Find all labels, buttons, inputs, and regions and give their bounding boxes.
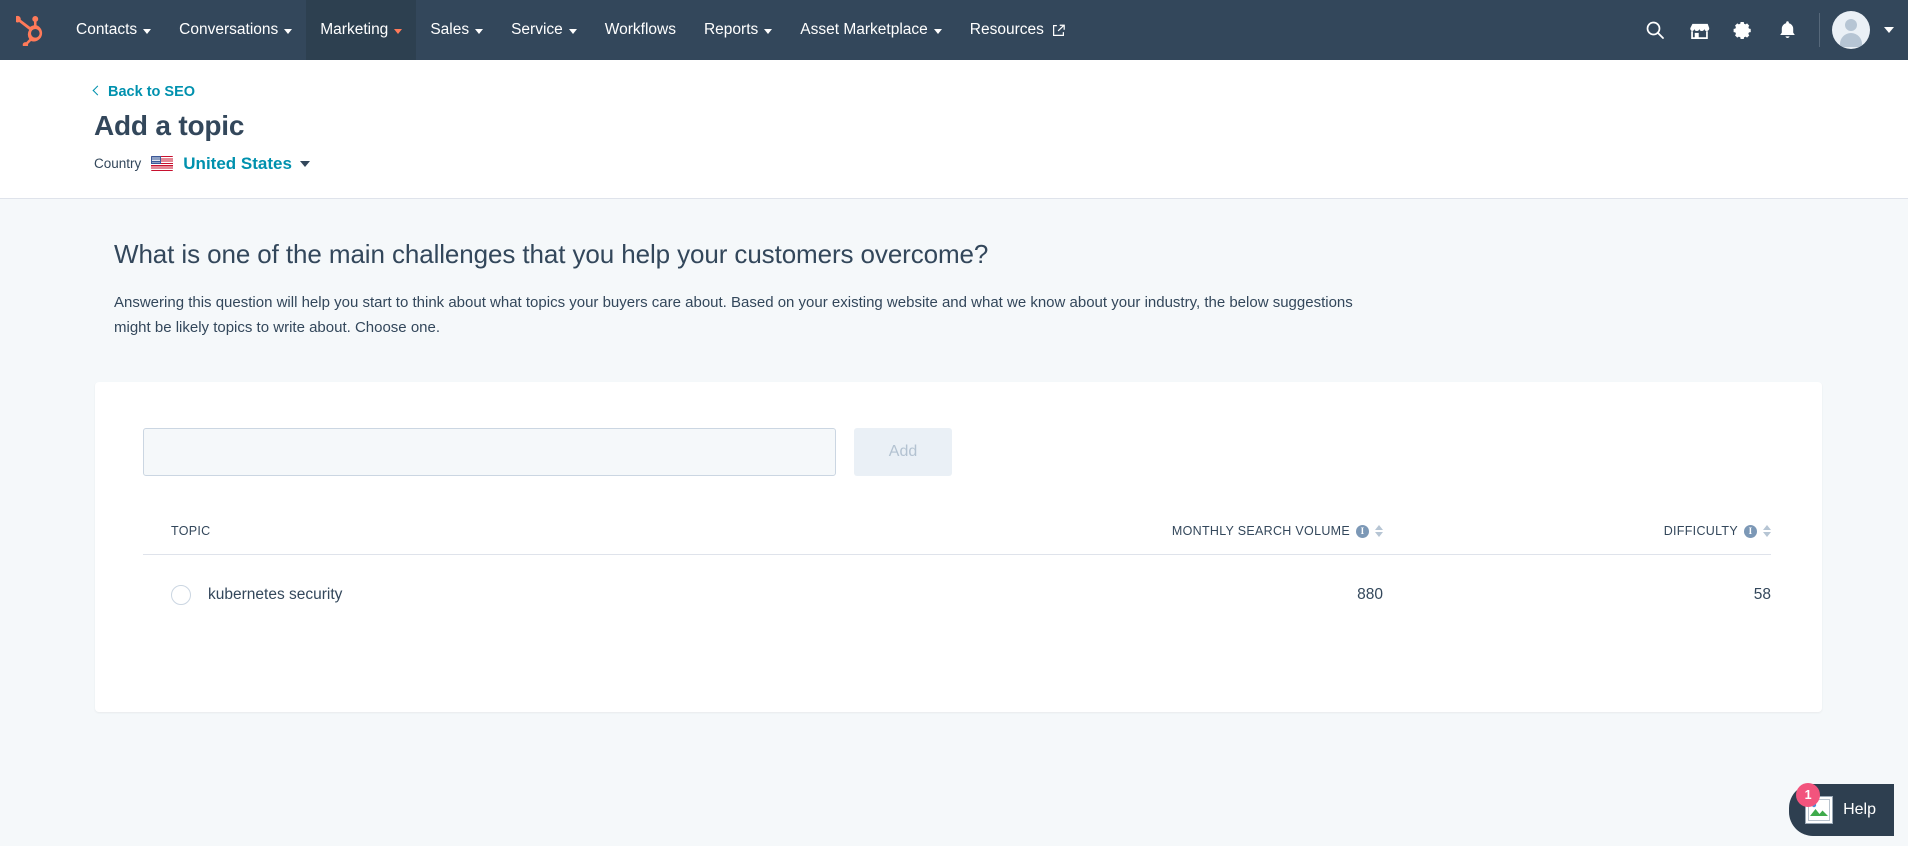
nav-item-service[interactable]: Service <box>497 0 591 60</box>
nav-item-marketing[interactable]: Marketing <box>306 0 417 60</box>
country-select[interactable]: United States <box>183 154 310 174</box>
country-selector-row: Country United States <box>94 154 1908 174</box>
column-header-topic-label: TOPIC <box>171 524 211 539</box>
chevron-down-icon <box>475 28 484 34</box>
main-content: What is one of the main challenges that … <box>0 198 1908 815</box>
column-header-difficulty[interactable]: DIFFICULTY i <box>1383 524 1771 556</box>
page-header: Back to SEO Add a topic Country United S… <box>0 60 1908 199</box>
nav-item-contacts[interactable]: Contacts <box>62 0 165 60</box>
hubspot-logo-icon[interactable] <box>0 0 62 60</box>
search-icon[interactable] <box>1635 10 1675 50</box>
avatar-body <box>1840 33 1862 47</box>
nav-item-sales[interactable]: Sales <box>416 0 497 60</box>
nav-item-reports[interactable]: Reports <box>690 0 786 60</box>
country-value-label: United States <box>183 153 292 173</box>
page-title: Add a topic <box>94 109 245 141</box>
chevron-down-icon <box>568 28 577 34</box>
account-menu-chevron-down-icon[interactable] <box>1884 27 1894 33</box>
chevron-down-icon <box>299 160 310 167</box>
nav-item-label: Workflows <box>604 21 676 39</box>
table-cell-topic: kubernetes security <box>143 555 963 606</box>
info-icon[interactable]: i <box>1356 524 1369 538</box>
external-link-icon <box>1052 24 1065 37</box>
nav-item-label: Service <box>511 21 563 39</box>
nav-item-resources[interactable]: Resources <box>956 0 1079 60</box>
chevron-down-icon <box>284 28 293 34</box>
question-description: Answering this question will help you st… <box>114 293 1353 337</box>
nav-right-actions <box>1635 0 1908 60</box>
avatar[interactable] <box>1832 11 1870 49</box>
nav-items: Contacts Conversations Marketing Sales S… <box>62 0 1079 60</box>
avatar-head <box>1845 19 1857 31</box>
column-header-difficulty-label: DIFFICULTY <box>1663 524 1738 539</box>
column-header-monthly-search-volume-label: MONTHLY SEARCH VOLUME <box>1171 524 1350 539</box>
table-cell-difficulty: 58 <box>1753 586 1771 604</box>
chevron-down-icon <box>764 28 773 34</box>
help-badge-count: 1 <box>1796 783 1821 807</box>
help-label: Help <box>1843 801 1876 818</box>
table-header: TOPIC MONTHLY SEARCH VOLUME i <box>143 524 1771 556</box>
nav-item-conversations[interactable]: Conversations <box>165 0 306 60</box>
table-cell-monthly-search-volume: 880 <box>1357 586 1383 604</box>
table-row[interactable]: kubernetes security 880 58 <box>143 555 1771 606</box>
topic-input[interactable] <box>143 428 836 477</box>
nav-item-workflows[interactable]: Workflows <box>591 0 690 60</box>
notifications-bell-icon[interactable] <box>1767 10 1807 50</box>
nav-divider <box>1819 13 1820 47</box>
nav-item-label: Asset Marketplace <box>800 21 928 39</box>
info-icon[interactable]: i <box>1744 524 1757 538</box>
marketplace-icon[interactable] <box>1679 10 1719 50</box>
table-header-row: TOPIC MONTHLY SEARCH VOLUME i <box>143 524 1771 556</box>
topic-suggestions-table: TOPIC MONTHLY SEARCH VOLUME i <box>143 524 1771 606</box>
chevron-down-icon <box>933 28 942 34</box>
topic-name[interactable]: kubernetes security <box>208 586 342 604</box>
back-to-seo-link[interactable]: Back to SEO <box>92 83 196 100</box>
nav-item-asset-marketplace[interactable]: Asset Marketplace <box>786 0 956 60</box>
sort-arrows-icon[interactable] <box>1375 525 1383 538</box>
question-heading: What is one of the main challenges that … <box>114 238 989 269</box>
nav-item-label: Marketing <box>320 21 389 39</box>
nav-item-label: Sales <box>430 21 470 39</box>
country-label: Country <box>94 156 142 171</box>
chevron-down-icon <box>143 28 152 34</box>
help-widget-button[interactable]: 1 Help <box>1789 783 1894 836</box>
column-header-monthly-search-volume[interactable]: MONTHLY SEARCH VOLUME i <box>963 524 1383 556</box>
table-body: kubernetes security 880 58 <box>143 555 1771 606</box>
back-link-label: Back to SEO <box>108 83 196 100</box>
top-navbar: Contacts Conversations Marketing Sales S… <box>0 0 1908 60</box>
nav-item-label: Contacts <box>76 21 138 39</box>
column-header-topic: TOPIC <box>143 524 963 556</box>
flag-united-states-icon <box>151 156 174 171</box>
chevron-left-icon <box>92 85 103 96</box>
settings-gear-icon[interactable] <box>1723 10 1763 50</box>
topic-input-row: Add <box>143 414 1774 477</box>
nav-item-label: Resources <box>969 21 1044 39</box>
topic-radio-button[interactable] <box>171 585 191 606</box>
nav-item-label: Conversations <box>179 21 279 39</box>
nav-item-label: Reports <box>703 21 759 39</box>
sort-arrows-icon[interactable] <box>1763 525 1771 538</box>
add-topic-button[interactable]: Add <box>854 428 952 477</box>
help-icon-wrapper: 1 <box>1796 783 1834 824</box>
topic-card: Add TOPIC MONTHLY SEARCH VOLUME i <box>95 382 1822 713</box>
chevron-down-icon <box>394 28 403 34</box>
